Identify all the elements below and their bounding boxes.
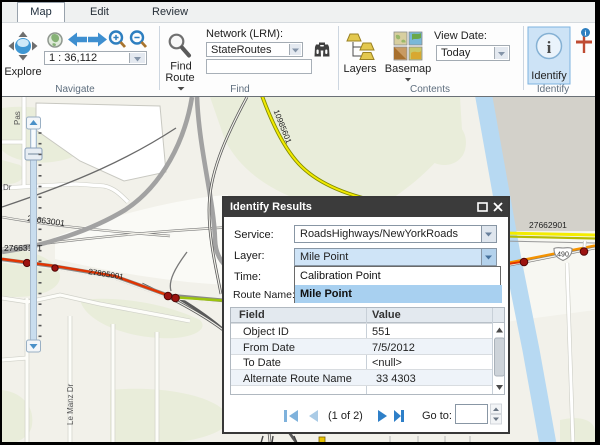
svg-text:i: i <box>585 30 587 38</box>
svg-text:Route: Route <box>165 72 194 84</box>
svg-text:490: 490 <box>557 252 569 259</box>
svg-text:Layers: Layers <box>343 63 377 75</box>
svg-text:Explore: Explore <box>4 66 41 78</box>
svg-text:Basemap: Basemap <box>385 63 431 75</box>
svg-text:i: i <box>547 38 552 57</box>
svg-text:Find: Find <box>170 61 191 73</box>
svg-text:Le Manz Dr: Le Manz Dr <box>66 383 75 425</box>
svg-text:Identify: Identify <box>531 70 567 82</box>
svg-text:27662901: 27662901 <box>529 220 567 230</box>
svg-text:Pas: Pas <box>13 111 22 125</box>
svg-text:Dr: Dr <box>3 183 12 192</box>
